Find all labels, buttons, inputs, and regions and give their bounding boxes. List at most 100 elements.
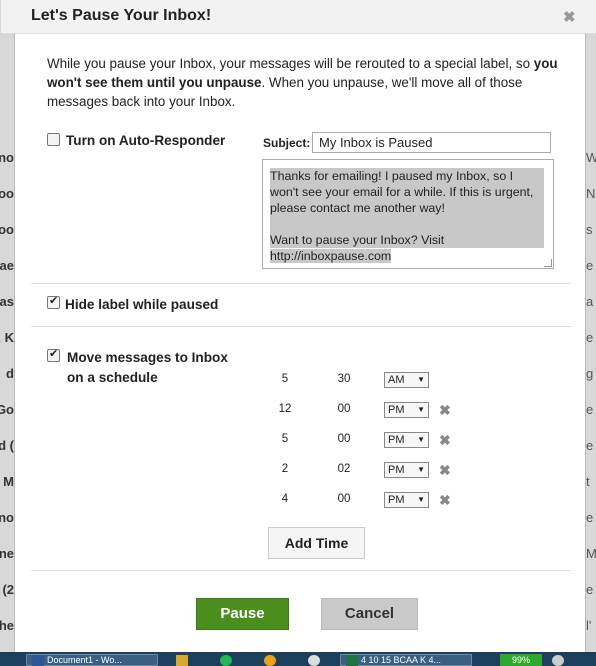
subject-input[interactable]: [312, 132, 551, 153]
auto-responder-label: Turn on Auto-Responder: [66, 133, 226, 148]
background-text-fragment: e: [586, 258, 594, 273]
close-icon[interactable]: ✖: [563, 8, 576, 26]
minute-value[interactable]: 02: [329, 463, 359, 475]
dropdown-arrow-icon: ▼: [417, 375, 425, 384]
background-text-fragment: ne: [0, 546, 14, 561]
ampm-select[interactable]: AM ▼: [384, 372, 429, 388]
background-text-fragment: phe: [0, 618, 14, 633]
minute-value[interactable]: 00: [329, 403, 359, 415]
dropdown-arrow-icon: ▼: [417, 435, 425, 444]
intro-text: While you pause your Inbox, your message…: [47, 54, 572, 111]
word-icon: [32, 655, 44, 666]
spotify-icon[interactable]: [220, 655, 232, 666]
battery-indicator: 99%: [500, 654, 542, 666]
excel-icon: [346, 655, 358, 666]
background-mail-list-right: Wed Ns e a e g e e t e MI e l': [586, 0, 596, 652]
background-text-fragment: e: [586, 438, 594, 453]
background-text-fragment: a: [586, 294, 594, 309]
background-mail-list-left: ano loo loo ae Cas , K d Go d (Mano ne (2 phe: [0, 0, 14, 652]
background-text-fragment: N: [586, 186, 596, 201]
schedule-time-row: 4 00 PM ▼ ✖: [15, 491, 575, 508]
background-text-fragment: d: [6, 366, 14, 381]
remove-time-icon[interactable]: ✖: [439, 493, 451, 507]
ampm-value: AM: [388, 374, 405, 386]
cancel-button[interactable]: Cancel: [321, 598, 418, 630]
auto-responder-message-textarea[interactable]: Thanks for emailing! I paused my Inbox, …: [262, 159, 554, 269]
ampm-value: PM: [388, 464, 405, 476]
textarea-resize-handle[interactable]: [544, 259, 552, 267]
intro-text-part1: While you pause your Inbox, your message…: [47, 56, 534, 71]
background-text-fragment: g: [586, 366, 594, 381]
background-text-fragment: l': [586, 618, 592, 633]
background-text-fragment: (2: [2, 582, 14, 597]
system-tray-icon[interactable]: [552, 655, 564, 666]
schedule-time-row: 2 02 PM ▼ ✖: [15, 461, 575, 478]
minute-value[interactable]: 00: [329, 493, 359, 505]
subject-label: Subject:: [263, 136, 311, 150]
dialog-titlebar: Let's Pause Your Inbox! ✖: [1, 0, 596, 34]
remove-time-icon[interactable]: ✖: [439, 403, 451, 417]
ampm-value: PM: [388, 494, 405, 506]
background-text-fragment: e: [586, 402, 594, 417]
background-text-fragment: Cas: [0, 294, 14, 309]
schedule-time-row: 12 00 PM ▼ ✖: [15, 401, 575, 418]
taskbar-excel-task[interactable]: 4 10 15 BCAA K 4...: [340, 654, 472, 666]
remove-time-icon[interactable]: ✖: [439, 463, 451, 477]
background-text-fragment: e: [586, 510, 594, 525]
background-text-fragment: ae: [0, 258, 14, 273]
ampm-select[interactable]: PM ▼: [384, 462, 429, 478]
background-text-fragment: t: [586, 474, 590, 489]
background-text-fragment: Go: [0, 402, 14, 417]
dropdown-arrow-icon: ▼: [417, 465, 425, 474]
divider: [31, 283, 571, 284]
background-text-fragment: loo: [0, 222, 14, 237]
windows-taskbar: Document1 - Wo... 4 10 15 BCAA K 4... 99…: [0, 652, 596, 666]
hour-value[interactable]: 5: [270, 433, 300, 445]
ampm-select[interactable]: PM ▼: [384, 402, 429, 418]
minute-value[interactable]: 30: [329, 373, 359, 385]
hour-value[interactable]: 2: [270, 463, 300, 475]
dropdown-arrow-icon: ▼: [417, 405, 425, 414]
word-task-label: Document1 - Wo...: [47, 655, 122, 665]
pause-button[interactable]: Pause: [196, 598, 289, 630]
taskbar-word-task[interactable]: Document1 - Wo...: [26, 654, 158, 666]
excel-task-label: 4 10 15 BCAA K 4...: [361, 655, 442, 665]
browser-icon[interactable]: [264, 655, 276, 666]
schedule-time-row: 5 00 PM ▼ ✖: [15, 431, 575, 448]
add-time-button[interactable]: Add Time: [268, 527, 365, 559]
message-line-2: Want to pause your Inbox? Visit: [270, 232, 544, 248]
background-text-fragment: M: [3, 474, 14, 489]
hide-label-label: Hide label while paused: [65, 297, 219, 312]
background-text-fragment: ano: [0, 150, 14, 165]
background-text-fragment: ano: [0, 510, 14, 525]
folder-icon[interactable]: [176, 655, 188, 666]
background-text-fragment: s: [586, 222, 593, 237]
auto-responder-checkbox[interactable]: [47, 133, 60, 146]
hour-value[interactable]: 4: [270, 493, 300, 505]
ampm-value: PM: [388, 404, 405, 416]
minute-value[interactable]: 00: [329, 433, 359, 445]
schedule-checkbox[interactable]: [47, 347, 60, 362]
message-line-3: http://inboxpause.com: [270, 249, 392, 263]
ampm-value: PM: [388, 434, 405, 446]
divider: [31, 326, 571, 327]
hour-value[interactable]: 5: [270, 373, 300, 385]
message-blank-line: [270, 216, 544, 232]
background-text-fragment: MI: [586, 546, 596, 561]
background-text-fragment: e: [586, 330, 594, 345]
dropdown-arrow-icon: ▼: [417, 495, 425, 504]
schedule-label-line1: Move messages to Inbox: [67, 350, 228, 365]
background-text-fragment: loo: [0, 186, 14, 201]
pause-inbox-dialog: Let's Pause Your Inbox! ✖ While you paus…: [1, 0, 596, 652]
remove-time-icon[interactable]: ✖: [439, 433, 451, 447]
message-line-1: Thanks for emailing! I paused my Inbox, …: [270, 168, 544, 216]
dialog-title: Let's Pause Your Inbox!: [31, 7, 212, 24]
divider: [31, 570, 571, 571]
schedule-time-row: 5 30 AM ▼: [15, 371, 575, 388]
ampm-select[interactable]: PM ▼: [384, 432, 429, 448]
background-text-fragment: , K: [0, 330, 14, 345]
hour-value[interactable]: 12: [270, 403, 300, 415]
hide-label-checkbox[interactable]: [47, 294, 60, 309]
clock-icon[interactable]: [308, 655, 320, 666]
ampm-select[interactable]: PM ▼: [384, 492, 429, 508]
